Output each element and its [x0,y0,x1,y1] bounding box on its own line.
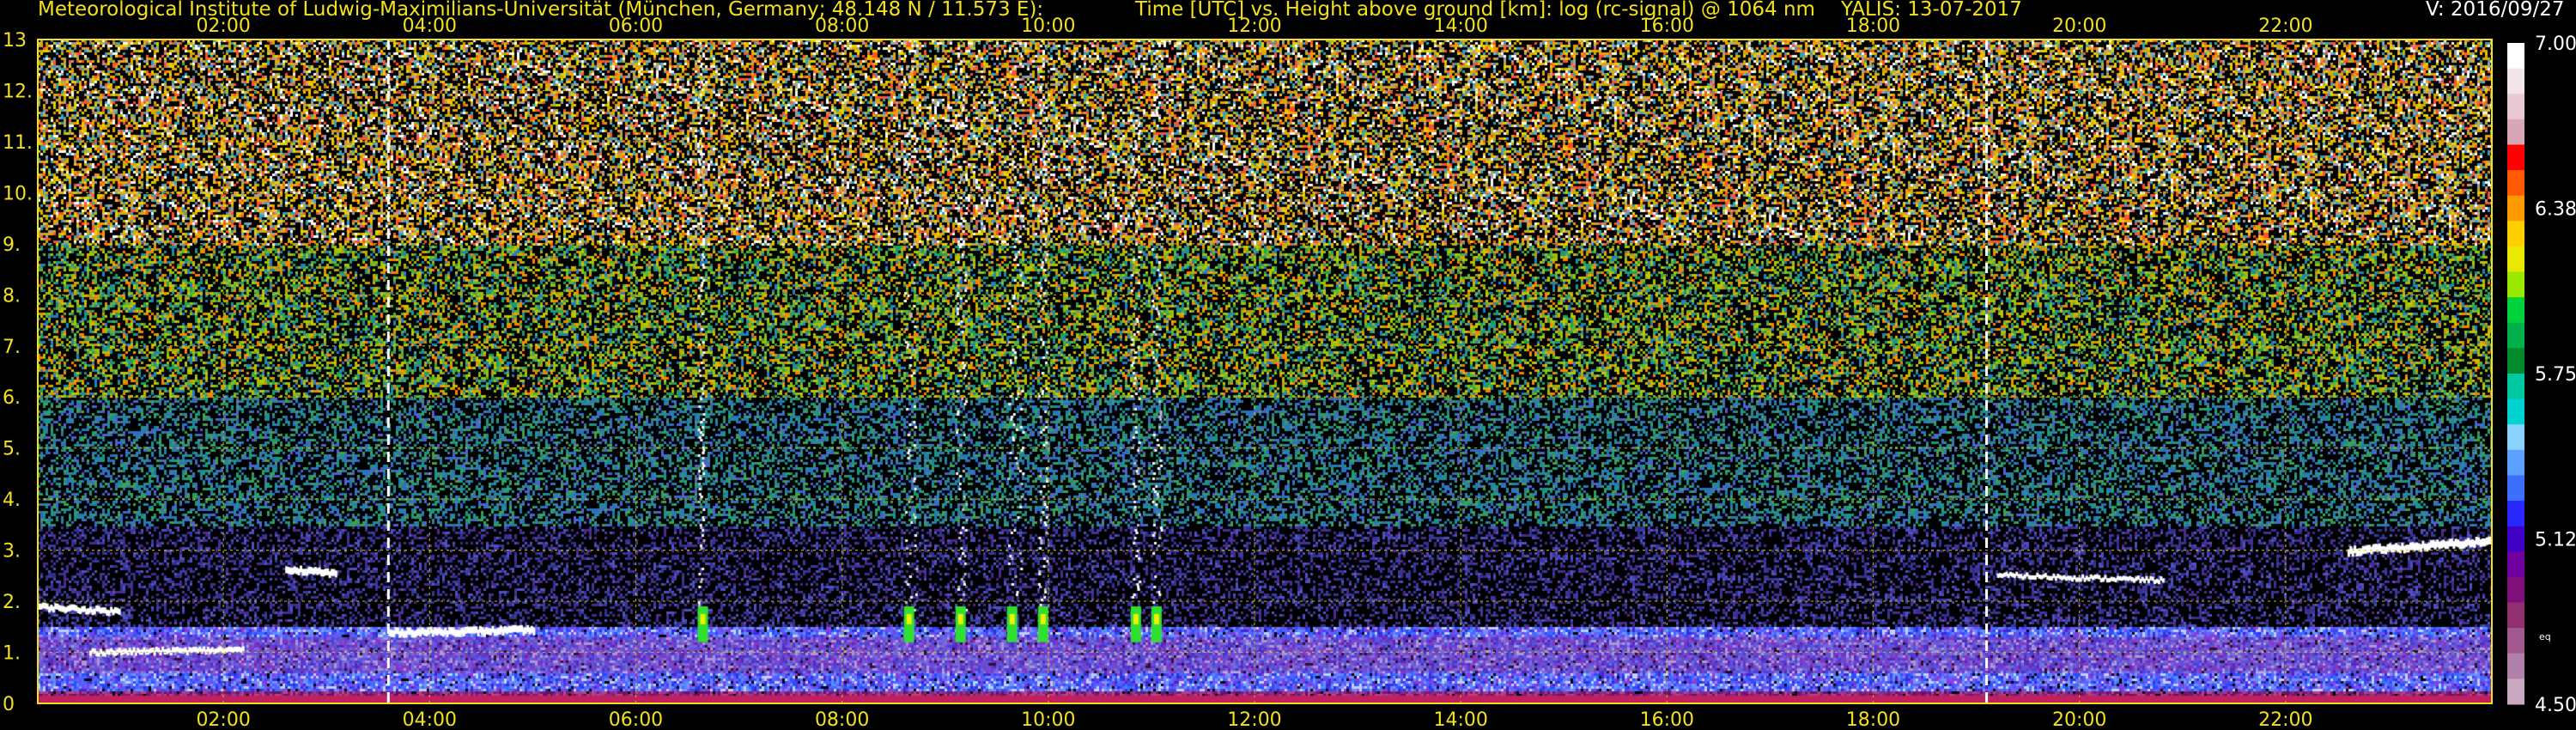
colorbar-segment [2507,119,2524,145]
x-tick-label-top: 02:00 [196,15,250,37]
colorbar-segment [2507,246,2524,273]
x-tick-label-top: 04:00 [403,15,457,37]
colorbar-segment [2507,526,2524,552]
colorbar-label: 6.38 [2535,199,2576,221]
y-tick-label: 11. [3,132,33,154]
colorbar-segment [2507,271,2524,298]
x-tick-label-bottom: 16:00 [1640,709,1694,730]
y-tick-label: 8. [3,285,21,307]
x-tick-label-top: 08:00 [815,15,869,37]
x-tick-label-bottom: 14:00 [1433,709,1487,730]
colorbar-segment [2507,348,2524,374]
colorbar-segment [2507,501,2524,527]
colorbar-segment [2507,170,2524,197]
colorbar-segment [2507,221,2524,247]
plot-frame [37,39,2493,704]
y-tick-label: 12. [3,81,33,102]
colorbar-segment [2507,602,2524,629]
colorbar-segment [2507,551,2524,578]
x-tick-label-top: 06:00 [609,15,663,37]
colorbar-segment [2507,424,2524,451]
x-tick-label-top: 10:00 [1021,15,1075,37]
x-tick-label-bottom: 18:00 [1846,709,1900,730]
y-tick-label: 13 [3,30,27,52]
x-tick-label-bottom: 06:00 [609,709,663,730]
y-tick-label: 6. [3,387,21,409]
colorbar-segment [2507,68,2524,94]
y-tick-label: 2. [3,592,21,613]
x-tick-label-bottom: 22:00 [2258,709,2312,730]
colorbar-segment [2507,449,2524,476]
colorbar-segment [2507,678,2524,705]
colorbar-segment [2507,43,2524,70]
x-tick-label-bottom: 10:00 [1021,709,1075,730]
colorbar-segment [2507,628,2524,654]
y-tick-label: 1. [3,643,21,665]
y-tick-label: 9. [3,234,21,256]
x-tick-label-bottom: 04:00 [403,709,457,730]
colorbar-unit: eq [2539,631,2551,642]
y-tick-label: 0 [3,694,15,715]
y-tick-label: 5. [3,439,21,460]
colorbar-segment [2507,475,2524,502]
colorbar-segment [2507,374,2524,400]
x-tick-label-top: 16:00 [1640,15,1694,37]
x-tick-label-top: 22:00 [2258,15,2312,37]
colorbar-label: 7.00 [2535,33,2576,55]
colorbar-label: 5.12 [2535,530,2576,551]
colorbar-segment [2507,195,2524,222]
colorbar-segment [2507,297,2524,324]
x-tick-label-top: 12:00 [1227,15,1281,37]
x-tick-label-top: 20:00 [2052,15,2106,37]
chart-overlay: 0 1. 2. 3. 4. 5. 6. 7. 8. 9. 10. 11. 12. 13 02:00 02:00… [3,15,2576,730]
x-tick-label-top: 18:00 [1846,15,1900,37]
colorbar-label: 5.75 [2535,364,2576,386]
y-tick-label: 10. [3,183,33,204]
colorbar-segment [2507,653,2524,679]
colorbar-segment [2507,94,2524,120]
x-tick-label-bottom: 20:00 [2052,709,2106,730]
y-tick-label: 3. [3,541,21,563]
colorbar-segment [2507,576,2524,604]
x-tick-label-bottom: 12:00 [1227,709,1281,730]
colorbar-segment [2507,322,2524,349]
y-tick-label: 4. [3,490,21,511]
colorbar-segment [2507,144,2524,171]
colorbar-segment [2507,398,2524,425]
colorbar-label: 4.50 [2535,695,2576,716]
y-tick-label: 7. [3,337,21,358]
x-tick-label-top: 14:00 [1433,15,1487,37]
x-tick-label-bottom: 08:00 [815,709,869,730]
x-tick-label-bottom: 02:00 [196,709,250,730]
